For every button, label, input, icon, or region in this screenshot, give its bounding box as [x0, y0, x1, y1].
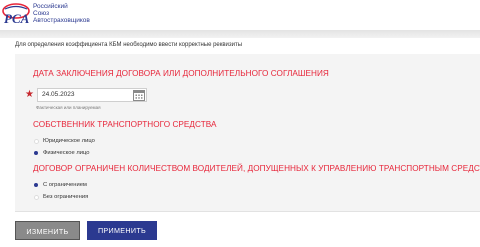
contract-date-input[interactable]: 24.05.2023	[37, 88, 147, 102]
change-button[interactable]: ИЗМЕНИТЬ	[15, 221, 80, 240]
owner-option-label: Физическое лицо	[43, 150, 90, 156]
drivers-option-label: С ограничением	[43, 182, 87, 188]
drivers-option-label: Без ограничения	[43, 194, 89, 200]
org-name-line2: Союз	[33, 10, 50, 17]
header-divider	[0, 30, 480, 38]
radio-selected-icon	[34, 183, 38, 187]
svg-text:PCA: PCA	[4, 11, 30, 25]
apply-button[interactable]: ПРИМЕНИТЬ	[87, 221, 157, 240]
radio-unselected-icon	[34, 139, 39, 144]
org-name-line1: Российский	[33, 3, 68, 10]
radio-unselected-icon	[34, 195, 39, 200]
org-name-line3: Автостраховщиков	[33, 17, 90, 24]
required-marker: ★	[25, 89, 34, 100]
drivers-limit-title: ДОГОВОР ОГРАНИЧЕН КОЛИЧЕСТВОМ ВОДИТЕЛЕЙ,…	[33, 164, 480, 173]
date-hint: Фактическая или планируемая	[36, 105, 101, 110]
radio-selected-icon	[34, 151, 38, 155]
contract-date-title: ДАТА ЗАКЛЮЧЕНИЯ ДОГОВОРА ИЛИ ДОПОЛНИТЕЛЬ…	[33, 69, 329, 78]
form-panel-border	[15, 211, 480, 212]
org-name: Российский Союз Автостраховщиков	[33, 3, 153, 24]
rsa-logo-icon[interactable]: PCA	[2, 3, 30, 25]
calendar-icon[interactable]	[133, 89, 145, 101]
owner-title: СОБСТВЕННИК ТРАНСПОРТНОГО СРЕДСТВА	[33, 120, 217, 129]
site-header: PCA Российский Союз Автостраховщиков	[0, 0, 480, 30]
intro-text: Для определения коэффициента КБМ необход…	[15, 42, 243, 48]
owner-option-label: Юридическое лицо	[43, 138, 95, 144]
contract-date-value: 24.05.2023	[42, 91, 75, 98]
